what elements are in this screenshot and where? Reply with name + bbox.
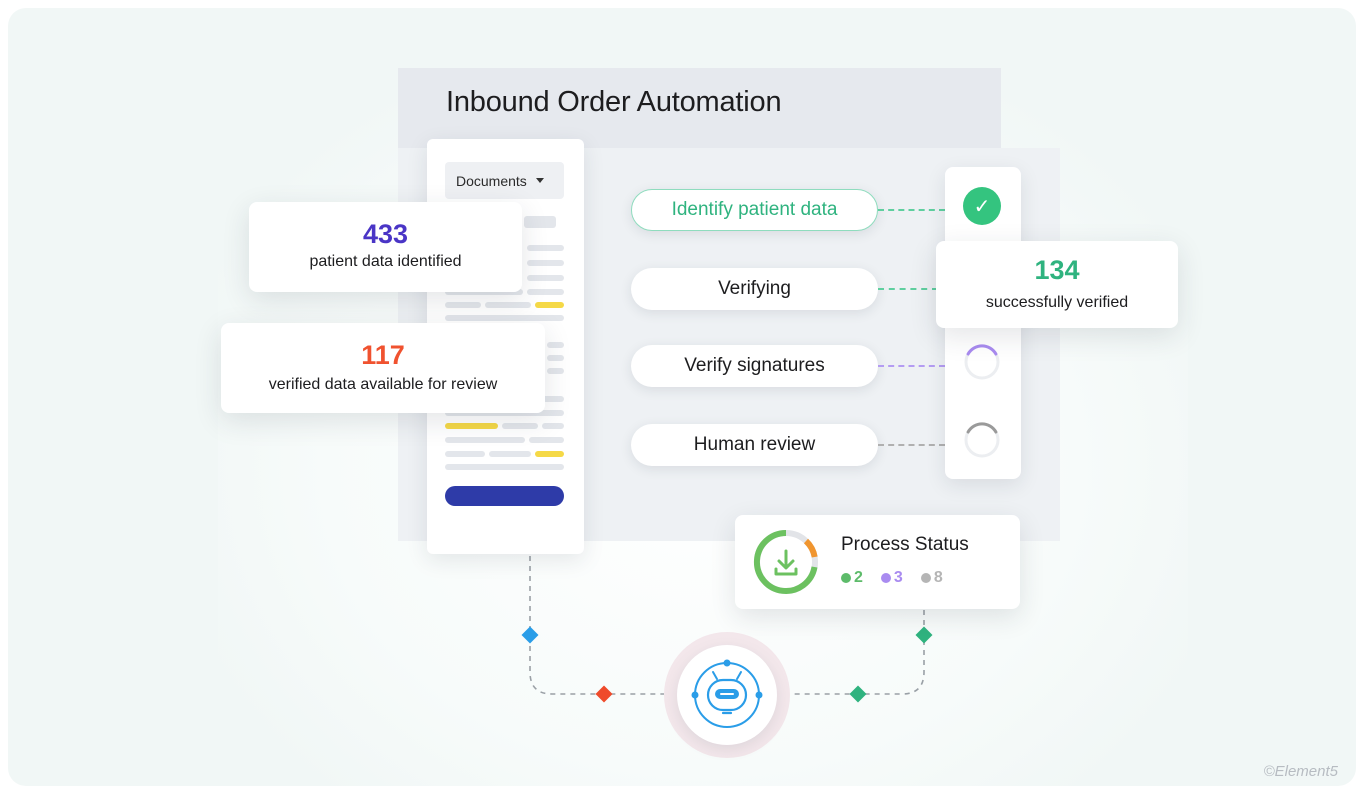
process-status-counts: 2 3 8 — [841, 569, 943, 587]
process-status-title: Process Status — [841, 534, 969, 555]
right-connector-line — [790, 610, 925, 695]
document-line — [485, 302, 531, 308]
stat-label: verified data available for review — [268, 376, 498, 393]
document-line — [547, 342, 564, 348]
documents-dropdown[interactable]: Documents — [445, 162, 564, 199]
step-label: Verifying — [718, 278, 791, 299]
step-identify-patient-data[interactable]: Identify patient data — [631, 189, 878, 231]
left-connector-line — [529, 556, 664, 695]
document-line — [527, 275, 564, 281]
check-icon: ✓ — [963, 187, 1001, 225]
stat-card-review: 117 verified data available for review — [221, 323, 545, 413]
step-connector — [878, 444, 945, 446]
stat-value: 134 — [1034, 255, 1080, 285]
document-line — [502, 423, 538, 429]
document-line — [445, 437, 525, 443]
stat-label: patient data identified — [309, 253, 462, 270]
robot-badge — [677, 645, 777, 745]
step-connector — [878, 365, 945, 367]
step-label: Verify signatures — [684, 355, 825, 376]
document-line — [542, 423, 564, 429]
document-line — [529, 437, 564, 443]
document-line — [445, 451, 485, 457]
document-line — [547, 355, 564, 361]
count-in-progress: 3 — [880, 569, 903, 587]
document-line — [547, 368, 564, 374]
download-progress-icon — [753, 530, 818, 594]
document-line — [445, 302, 481, 308]
step-connector — [878, 288, 938, 290]
process-status-card: Process Status 2 3 8 — [735, 515, 1020, 609]
step-label: Human review — [693, 434, 816, 455]
document-line — [527, 245, 564, 251]
robot-icon — [691, 659, 763, 728]
step-verify-signatures[interactable]: Verify signatures — [631, 345, 878, 387]
red-node-icon — [595, 685, 613, 703]
step-verifying[interactable]: Verifying — [631, 268, 878, 310]
document-line — [445, 464, 564, 470]
step-label: Identify patient data — [671, 199, 838, 220]
stat-card-verified: 134 successfully verified — [936, 241, 1178, 328]
document-line — [527, 260, 564, 266]
stat-card-identified: 433 patient data identified — [249, 202, 522, 292]
documents-dropdown-label: Documents — [456, 172, 527, 189]
document-line — [489, 451, 531, 457]
highlighted-line — [445, 423, 498, 429]
highlighted-line — [535, 451, 564, 457]
document-line — [527, 289, 564, 295]
stat-value: 117 — [361, 340, 405, 370]
blue-node-icon — [521, 626, 539, 644]
loading-spinner-icon — [964, 344, 1000, 380]
count-pending: 8 — [920, 569, 943, 587]
stat-value: 433 — [362, 219, 409, 249]
document-line — [524, 216, 556, 228]
document-line — [445, 315, 564, 321]
pending-spinner-icon — [964, 422, 1000, 458]
caret-down-icon — [535, 178, 544, 183]
highlighted-line — [535, 302, 564, 308]
stat-label: successfully verified — [985, 294, 1129, 311]
step-connector — [878, 209, 945, 211]
green-node-icon — [849, 685, 867, 703]
step-human-review[interactable]: Human review — [631, 424, 878, 466]
count-completed: 2 — [841, 569, 863, 587]
document-action-button[interactable] — [445, 486, 564, 506]
green-node-icon — [915, 626, 933, 644]
